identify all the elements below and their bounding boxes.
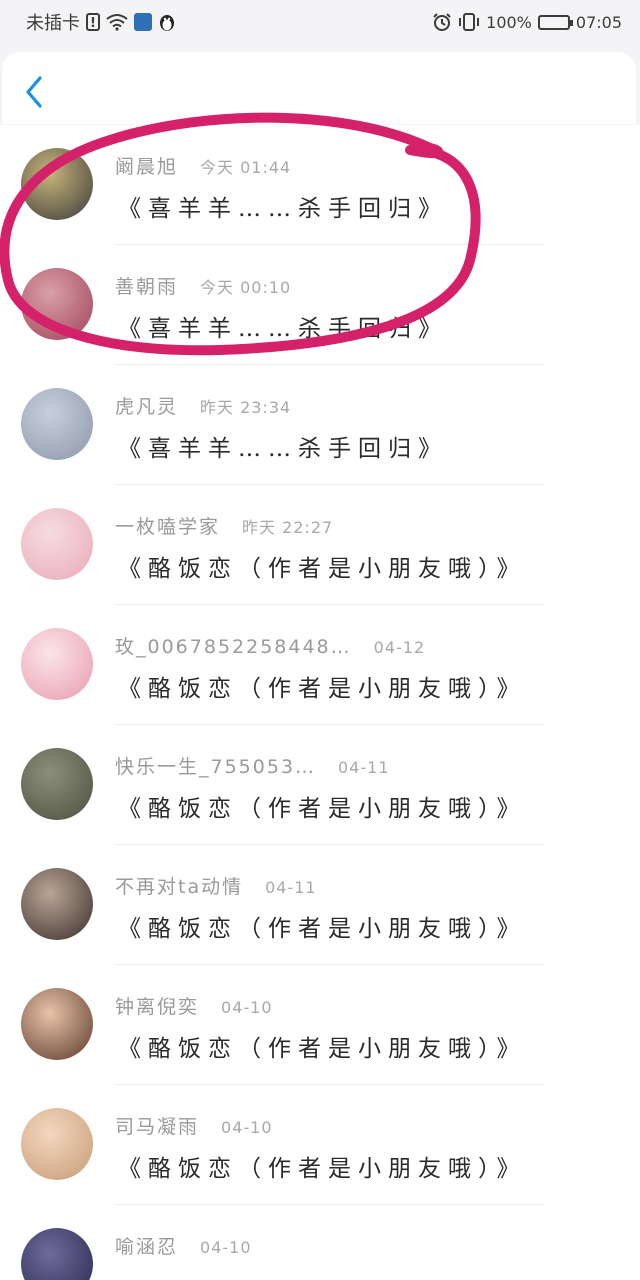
list-item[interactable]: 善朝雨 今天 00:10 《喜羊羊……杀手回归》 — [0, 245, 640, 365]
timestamp: 昨天 22:27 — [242, 518, 334, 537]
timestamp: 04-11 — [265, 878, 317, 897]
wifi-icon — [106, 14, 128, 31]
message-text: 《喜羊羊……杀手回归》 — [118, 436, 448, 462]
back-button[interactable] — [20, 72, 50, 112]
item-meta: 善朝雨 今天 00:10 — [115, 272, 291, 299]
list-item[interactable]: 一枚嗑学家 昨天 22:27 《酪饭恋（作者是小朋友哦）》 — [0, 485, 640, 605]
item-meta: 玫_0067852258448… 04-12 — [115, 632, 425, 659]
list-item[interactable]: 喻涵忍 04-10 — [0, 1205, 640, 1280]
user-name[interactable]: 钟离倪奕 — [115, 992, 199, 1019]
item-meta: 不再对ta动情 04-11 — [115, 872, 317, 899]
item-meta: 钟离倪奕 04-10 — [115, 992, 273, 1019]
item-meta: 喻涵忍 04-10 — [115, 1232, 252, 1259]
timestamp: 今天 00:10 — [200, 278, 292, 297]
carrier-label: 未插卡 — [26, 13, 80, 34]
status-bar-left: 未插卡 ! — [26, 10, 176, 34]
list-item[interactable]: 司马凝雨 04-10 《酪饭恋（作者是小朋友哦）》 — [0, 1085, 640, 1205]
header-card — [2, 52, 636, 124]
alarm-icon — [433, 13, 451, 31]
avatar[interactable] — [21, 268, 93, 340]
avatar[interactable] — [21, 988, 93, 1060]
avatar[interactable] — [21, 868, 93, 940]
item-meta: 一枚嗑学家 昨天 22:27 — [115, 512, 333, 539]
item-meta: 司马凝雨 04-10 — [115, 1112, 273, 1139]
list-item[interactable]: 阚晨旭 今天 01:44 《喜羊羊……杀手回归》 — [0, 125, 640, 245]
user-name[interactable]: 一枚嗑学家 — [115, 512, 220, 539]
list-item[interactable]: 玫_0067852258448… 04-12 《酪饭恋（作者是小朋友哦）》 — [0, 605, 640, 725]
clock: 07:05 — [575, 12, 622, 32]
message-text: 《喜羊羊……杀手回归》 — [118, 196, 448, 222]
message-text: 《酪饭恋（作者是小朋友哦）》 — [118, 916, 527, 942]
timestamp: 今天 01:44 — [200, 158, 292, 177]
chevron-left-icon — [26, 76, 42, 108]
message-text: 《酪饭恋（作者是小朋友哦）》 — [118, 1156, 527, 1182]
vibrate-icon — [459, 13, 480, 31]
timestamp: 04-10 — [200, 1238, 252, 1257]
item-meta: 阚晨旭 今天 01:44 — [115, 152, 291, 179]
user-name[interactable]: 不再对ta动情 — [115, 872, 243, 899]
avatar[interactable] — [21, 748, 93, 820]
list-item[interactable]: 快乐一生_755053… 04-11 《酪饭恋（作者是小朋友哦）》 — [0, 725, 640, 845]
user-name[interactable]: 善朝雨 — [115, 272, 178, 299]
avatar[interactable] — [21, 388, 93, 460]
item-meta: 虎凡灵 昨天 23:34 — [115, 392, 291, 419]
message-text: 《酪饭恋（作者是小朋友哦）》 — [118, 796, 527, 822]
timestamp: 04-11 — [338, 758, 390, 777]
app-notification-icon — [134, 13, 152, 31]
message-text: 《酪饭恋（作者是小朋友哦）》 — [118, 1036, 527, 1062]
user-name[interactable]: 喻涵忍 — [115, 1232, 178, 1259]
timestamp: 04-12 — [373, 638, 426, 657]
battery-icon — [537, 14, 573, 30]
reader-list-screen: 未插卡 ! 100% 07:05 阚晨旭 今天 01:44 《喜羊羊……杀手回归… — [0, 0, 640, 1280]
reader-list: 阚晨旭 今天 01:44 《喜羊羊……杀手回归》 善朝雨 今天 00:10 《喜羊羊……杀… — [0, 125, 640, 1280]
top-bar: 未插卡 ! 100% 07:05 — [0, 0, 640, 125]
user-name[interactable]: 快乐一生_755053… — [115, 752, 316, 779]
user-name[interactable]: 玫_0067852258448… — [115, 632, 352, 659]
item-meta: 快乐一生_755053… 04-11 — [115, 752, 390, 779]
timestamp: 昨天 23:34 — [200, 398, 292, 417]
user-name[interactable]: 阚晨旭 — [115, 152, 178, 179]
user-name[interactable]: 虎凡灵 — [115, 392, 178, 419]
avatar[interactable] — [21, 628, 93, 700]
battery-percent: 100% — [486, 12, 532, 32]
message-text: 《喜羊羊……杀手回归》 — [118, 316, 448, 342]
list-item[interactable]: 不再对ta动情 04-11 《酪饭恋（作者是小朋友哦）》 — [0, 845, 640, 965]
list-item[interactable]: 钟离倪奕 04-10 《酪饭恋（作者是小朋友哦）》 — [0, 965, 640, 1085]
avatar[interactable] — [21, 508, 93, 580]
avatar[interactable] — [21, 1228, 93, 1280]
message-text: 《酪饭恋（作者是小朋友哦）》 — [118, 556, 527, 582]
message-text: 《酪饭恋（作者是小朋友哦）》 — [118, 676, 527, 702]
status-bar-right: 100% 07:05 — [432, 10, 622, 34]
avatar[interactable] — [21, 148, 93, 220]
timestamp: 04-10 — [221, 1118, 273, 1137]
penguin-icon — [160, 15, 174, 31]
user-name[interactable]: 司马凝雨 — [115, 1112, 199, 1139]
list-item[interactable]: 虎凡灵 昨天 23:34 《喜羊羊……杀手回归》 — [0, 365, 640, 485]
timestamp: 04-10 — [221, 998, 273, 1017]
alert-icon: ! — [86, 13, 100, 31]
avatar[interactable] — [21, 1108, 93, 1180]
